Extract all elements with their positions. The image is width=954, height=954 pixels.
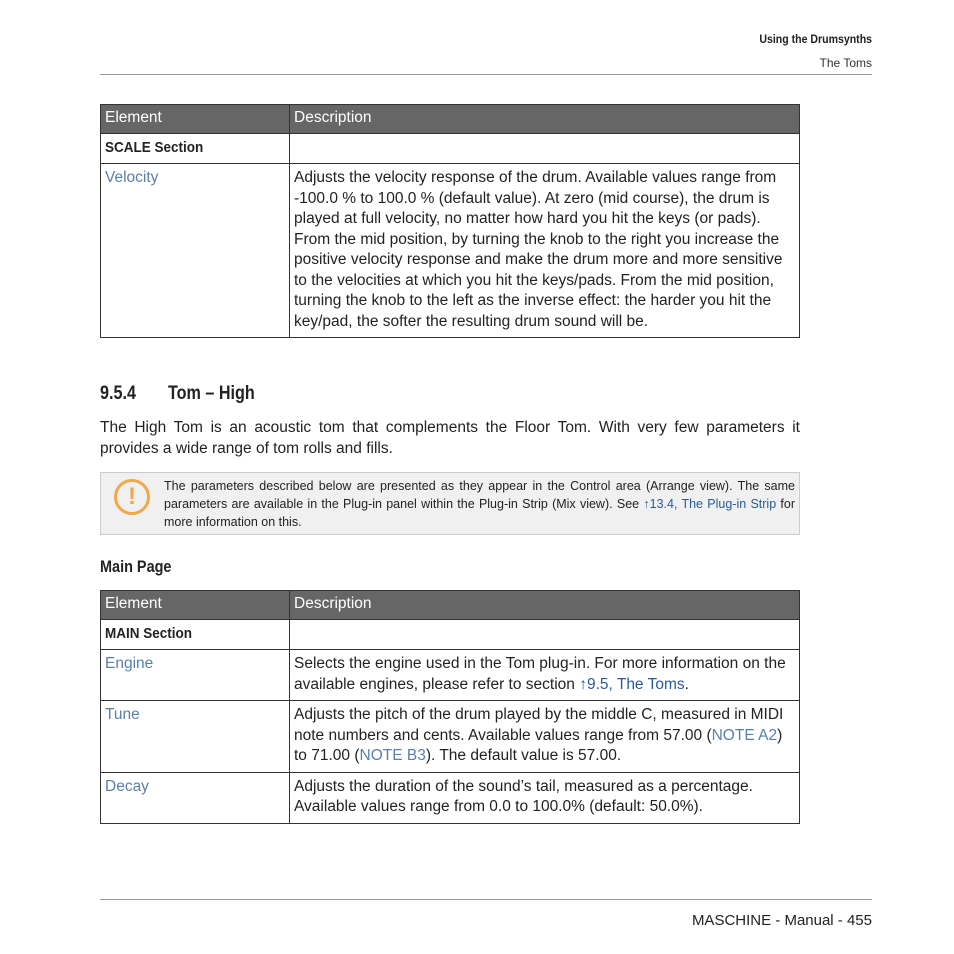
element-link-velocity[interactable]: Velocity xyxy=(105,169,158,186)
column-header-element: Element xyxy=(100,104,290,134)
column-header-element: Element xyxy=(100,590,290,620)
table-row: Velocity Adjusts the velocity response o… xyxy=(100,163,800,338)
exclamation-icon: ! xyxy=(114,479,150,515)
section-number: 9.5.4 xyxy=(100,383,136,404)
element-link-tune[interactable]: Tune xyxy=(105,706,140,723)
table-row: Tune Adjusts the pitch of the drum playe… xyxy=(100,700,800,773)
description-cell: Adjusts the duration of the sound’s tail… xyxy=(289,771,800,824)
element-link-engine[interactable]: Engine xyxy=(105,655,153,672)
table-row: Engine Selects the engine used in the To… xyxy=(100,649,800,701)
the-toms-link[interactable]: ↑9.5, The Toms xyxy=(579,676,684,693)
plugin-strip-link[interactable]: ↑13.4, The Plug-in Strip xyxy=(643,497,776,511)
description-cell: Selects the engine used in the Tom plug-… xyxy=(289,649,800,701)
footer-divider xyxy=(100,899,872,900)
page-footer: MASCHINE - Manual - 455 xyxy=(691,912,872,929)
element-link-decay[interactable]: Decay xyxy=(105,778,149,795)
note-b3-link[interactable]: NOTE B3 xyxy=(360,747,426,764)
table-header-row: Element Description xyxy=(100,104,800,134)
running-header-chapter: Using the Drumsynths xyxy=(759,32,872,46)
main-parameters-table: Element Description MAIN Section Engine … xyxy=(100,590,800,824)
section-label: MAIN Section xyxy=(105,624,193,642)
note-box: ! The parameters described below are pre… xyxy=(100,472,800,535)
intro-paragraph: The High Tom is an acoustic tom that com… xyxy=(100,419,800,457)
description-cell: Adjusts the velocity response of the dru… xyxy=(289,163,800,338)
note-a2-link[interactable]: NOTE A2 xyxy=(712,727,777,744)
section-row: MAIN Section xyxy=(100,618,800,650)
table-header-row: Element Description xyxy=(100,590,800,620)
running-header-section: The Toms xyxy=(819,56,872,70)
scale-parameters-table: Element Description SCALE Section Veloci… xyxy=(100,104,800,338)
section-title: Tom – High xyxy=(168,383,255,404)
table-row: Decay Adjusts the duration of the sound’… xyxy=(100,771,800,824)
description-cell: Adjusts the pitch of the drum played by … xyxy=(289,700,800,773)
section-label: SCALE Section xyxy=(105,138,204,156)
note-text: The parameters described below are prese… xyxy=(164,479,796,529)
section-heading: 9.5.4 Tom – High xyxy=(100,383,255,405)
column-header-description: Description xyxy=(289,590,800,620)
column-header-description: Description xyxy=(289,104,800,134)
subheading-main-page: Main Page xyxy=(100,557,172,576)
header-divider xyxy=(100,74,872,75)
section-row: SCALE Section xyxy=(100,132,800,164)
